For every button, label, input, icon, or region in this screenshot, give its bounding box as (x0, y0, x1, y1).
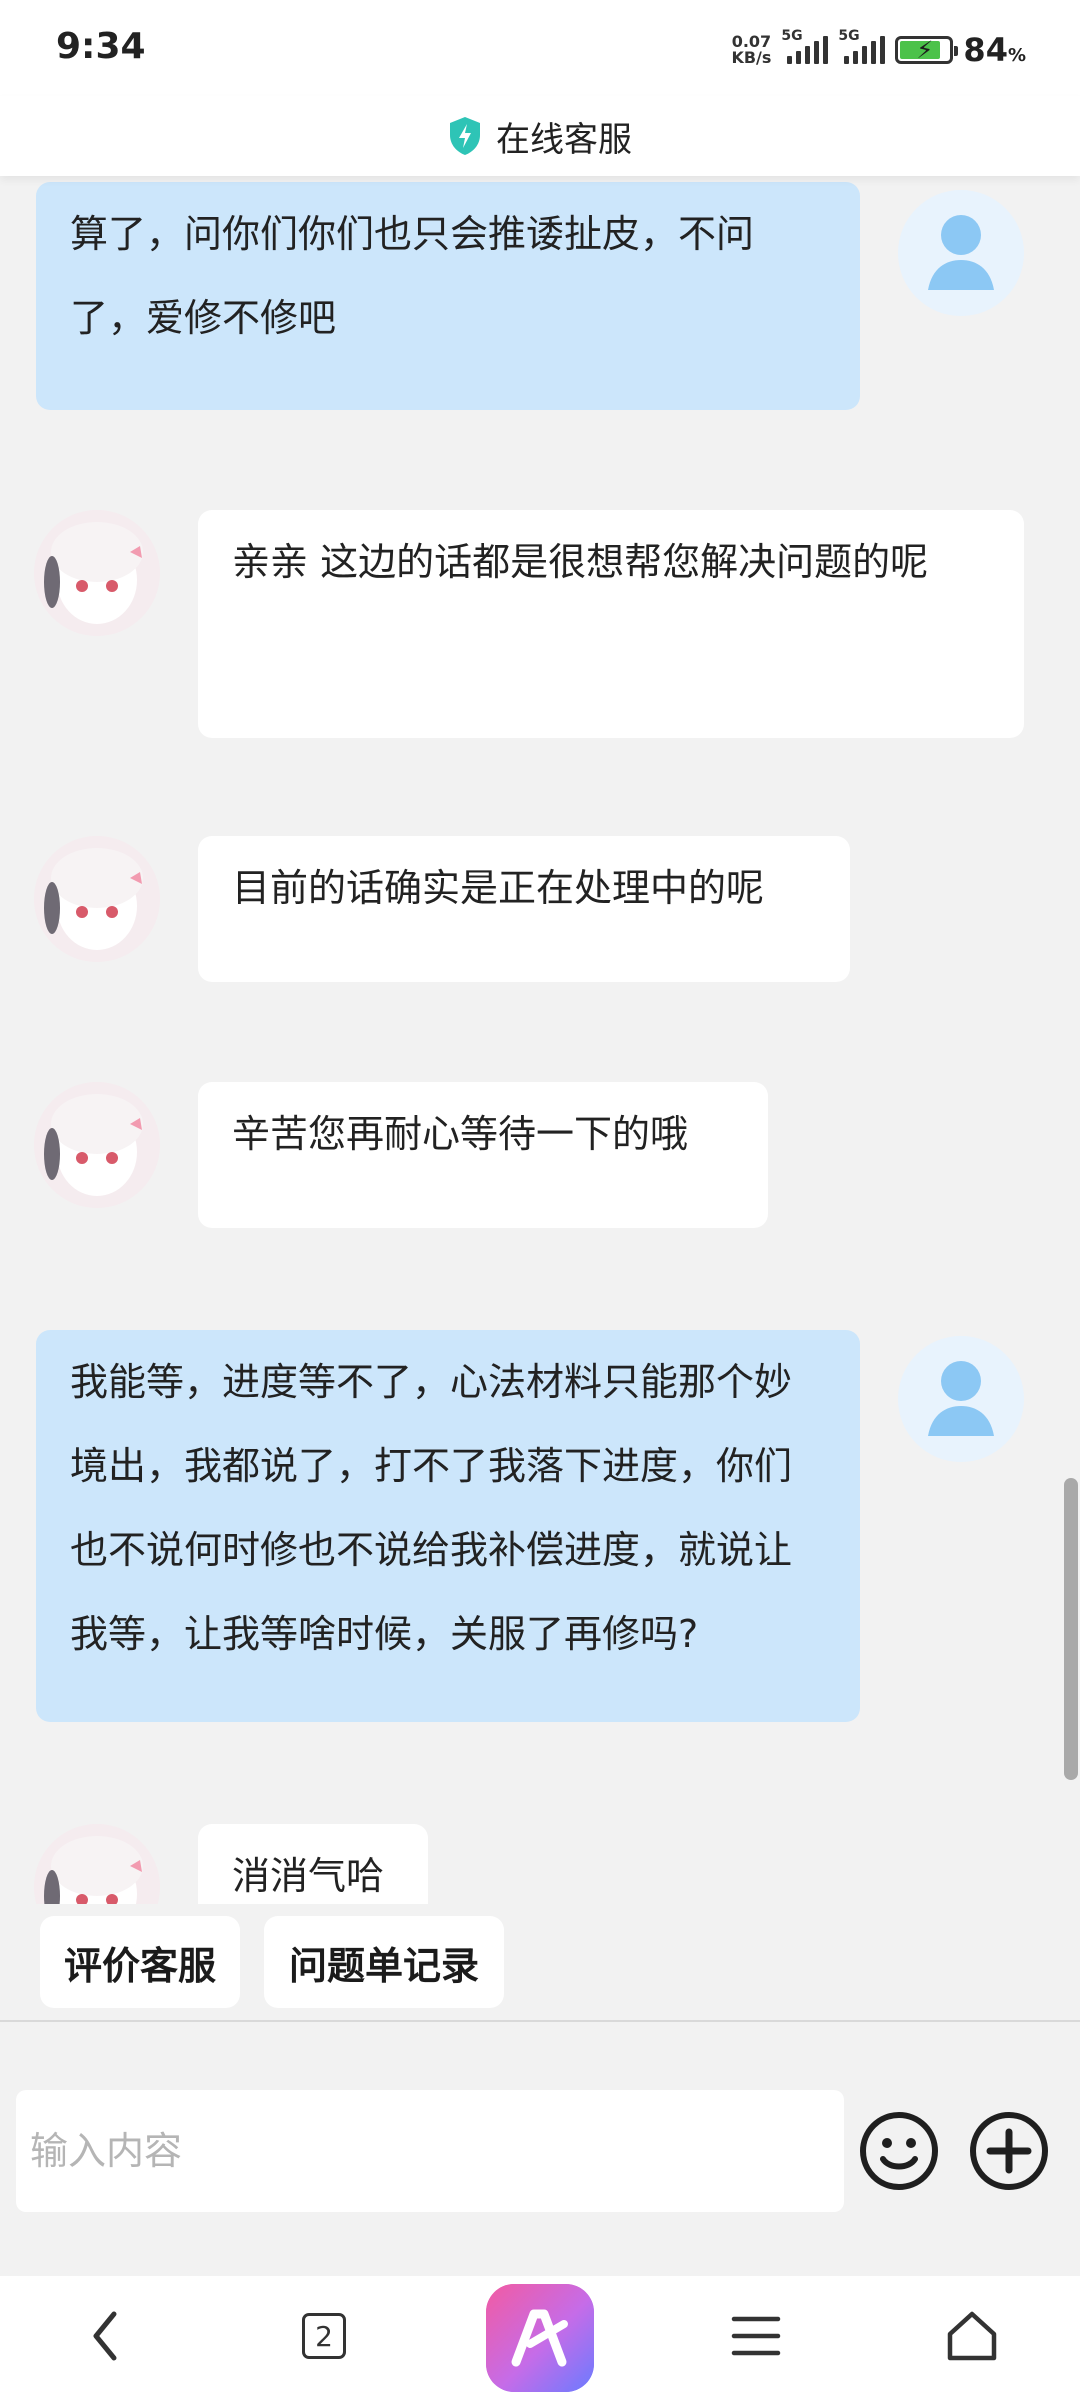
input-bar (0, 2022, 1080, 2276)
menu-button[interactable] (716, 2296, 796, 2376)
user-avatar-icon[interactable] (898, 1336, 1024, 1462)
bottom-navigation: 2 (0, 2276, 1080, 2401)
back-icon (93, 2311, 117, 2361)
scrollbar-thumb[interactable] (1064, 1478, 1078, 1780)
agent-avatar-icon[interactable] (34, 1082, 160, 1208)
message-bubble[interactable]: 算了，问你们你们也只会推诿扯皮，不问了，爱修不修吧 (36, 182, 860, 410)
status-icons: 0.07 KB/s 5G 5G ⚡ 84% (731, 28, 1026, 72)
tabs-icon: 2 (302, 2313, 346, 2359)
agent-avatar-icon[interactable] (34, 1824, 160, 1904)
shield-bolt-icon (450, 117, 480, 155)
plus-icon[interactable] (968, 2110, 1050, 2192)
page-title: 在线客服 (496, 119, 632, 160)
network-speed: 0.07 KB/s (731, 32, 772, 67)
message-bubble[interactable]: 辛苦您再耐心等待一下的哦 (198, 1082, 768, 1228)
back-button[interactable] (66, 2296, 146, 2376)
home-button[interactable] (932, 2296, 1012, 2376)
message-bubble[interactable]: 消消气哈 (198, 1824, 428, 1904)
rate-agent-button[interactable]: 评价客服 (40, 1916, 240, 2008)
agent-avatar-icon[interactable] (34, 836, 160, 962)
chat-header: 在线客服 (0, 96, 1080, 176)
menu-icon (731, 2316, 781, 2356)
message-bubble[interactable]: 我能等，进度等不了，心法材料只能那个妙境出，我都说了，打不了我落下进度，你们也不… (36, 1330, 860, 1722)
signal-icon: 5G (838, 28, 886, 64)
chat-message-list[interactable]: 算了，问你们你们也只会推诿扯皮，不问了，爱修不修吧 亲亲 这边的话都是很想帮您解… (0, 176, 1080, 1904)
message-bubble[interactable]: 亲亲 这边的话都是很想帮您解决问题的呢 (198, 510, 1024, 738)
signal-icon: 5G (781, 28, 829, 64)
emoji-icon[interactable] (858, 2110, 940, 2192)
chat-scrollbar[interactable] (1062, 1478, 1080, 1780)
app-logo-icon[interactable] (486, 2284, 594, 2392)
status-bar: 9:34 0.07 KB/s 5G 5G ⚡ 84% (0, 0, 1080, 96)
ticket-records-button[interactable]: 问题单记录 (264, 1916, 504, 2008)
home-icon (947, 2311, 997, 2361)
message-input[interactable] (16, 2090, 844, 2212)
tabs-button[interactable]: 2 (284, 2296, 364, 2376)
battery-percent: 84% (963, 31, 1026, 69)
message-bubble[interactable]: 目前的话确实是正在处理中的呢 (198, 836, 850, 982)
user-avatar-icon[interactable] (898, 190, 1024, 316)
status-time: 9:34 (56, 26, 146, 67)
battery-icon: ⚡ (895, 36, 959, 64)
agent-avatar-icon[interactable] (34, 510, 160, 636)
quick-actions: 评价客服 问题单记录 (0, 1904, 1080, 2016)
